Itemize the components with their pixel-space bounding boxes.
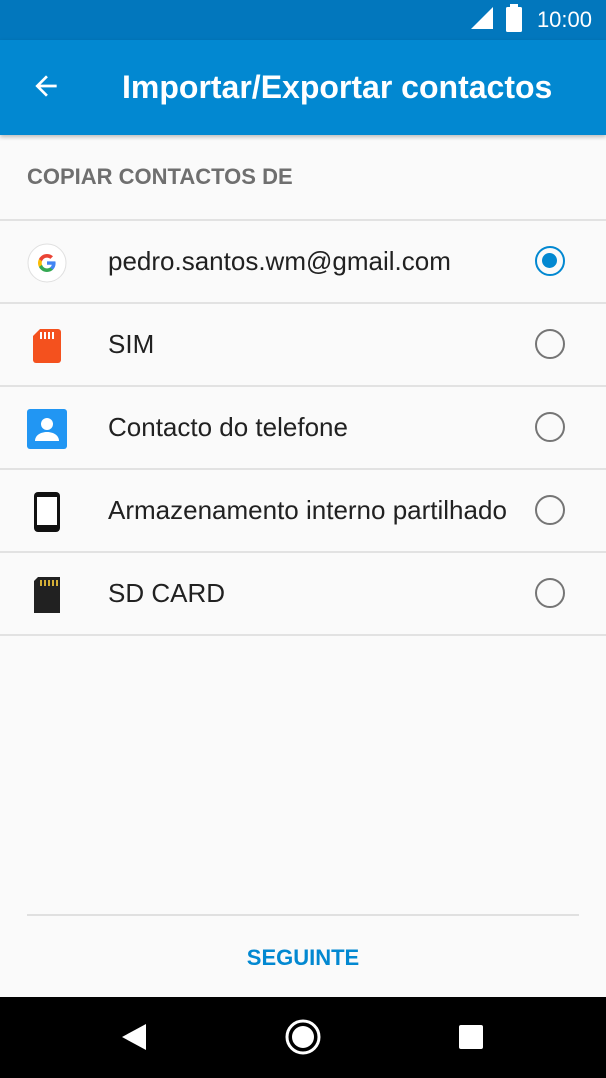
- option-sd-card[interactable]: SD CARD: [0, 553, 606, 636]
- option-label: pedro.santos.wm@gmail.com: [108, 246, 451, 276]
- arrow-back-icon: [30, 70, 62, 106]
- footer-divider: [27, 914, 579, 916]
- radio-button[interactable]: [535, 412, 565, 442]
- nav-recents-icon: [458, 1024, 484, 1054]
- status-bar: 10:00: [0, 0, 606, 40]
- radio-button[interactable]: [535, 495, 565, 525]
- option-internal-storage[interactable]: Armazenamento interno partilhado: [0, 470, 606, 553]
- option-phone-contacts[interactable]: Contacto do telefone: [0, 387, 606, 470]
- nav-home-button[interactable]: [275, 1011, 331, 1067]
- option-label: Armazenamento interno partilhado: [108, 495, 507, 525]
- smartphone-icon: [26, 491, 68, 533]
- radio-button[interactable]: [535, 329, 565, 359]
- nav-home-icon: [285, 1019, 321, 1059]
- sim-card-icon: [26, 325, 68, 367]
- status-time: 10:00: [536, 7, 592, 32]
- contact-phone-icon: [26, 408, 68, 450]
- source-list: pedro.santos.wm@gmail.com SIM Contacto d…: [0, 219, 606, 636]
- option-label: SIM: [108, 329, 155, 359]
- page-title: Importar/Exportar contactos: [122, 69, 553, 105]
- google-icon: [26, 242, 68, 284]
- option-label: Contacto do telefone: [108, 412, 348, 442]
- status-icons: 10:00: [469, 0, 592, 40]
- option-google-account[interactable]: pedro.santos.wm@gmail.com: [0, 221, 606, 304]
- radio-button[interactable]: [535, 246, 565, 276]
- radio-button[interactable]: [535, 578, 565, 608]
- signal-icon: [469, 5, 495, 35]
- nav-back-icon: [120, 1022, 148, 1056]
- back-button[interactable]: [22, 64, 70, 112]
- nav-recents-button[interactable]: [443, 1011, 499, 1067]
- app-bar: Importar/Exportar contactos: [0, 40, 606, 135]
- battery-icon: [505, 4, 523, 36]
- section-header: COPIAR CONTACTOS DE: [27, 164, 293, 189]
- option-label: SD CARD: [108, 578, 226, 608]
- navigation-bar: [0, 997, 606, 1078]
- nav-back-button[interactable]: [106, 1011, 162, 1067]
- sd-card-icon: [26, 574, 68, 616]
- option-sim[interactable]: SIM: [0, 304, 606, 387]
- next-button[interactable]: SEGUINTE: [203, 928, 403, 988]
